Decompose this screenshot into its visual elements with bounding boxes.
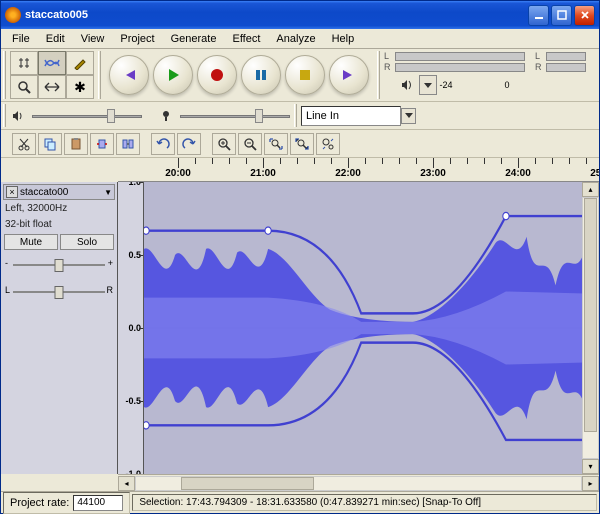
input-meter[interactable]: L xyxy=(535,51,586,61)
input-volume-slider[interactable] xyxy=(180,109,290,123)
pan-slider[interactable]: L R xyxy=(7,284,111,300)
waveform-area[interactable]: 1.00.50.0-0.5-1.0 xyxy=(118,182,599,474)
fit-project-button[interactable] xyxy=(290,133,314,155)
selection-tool[interactable] xyxy=(10,51,38,75)
menu-file[interactable]: File xyxy=(5,31,37,47)
zoom-in-button[interactable] xyxy=(212,133,236,155)
menu-edit[interactable]: Edit xyxy=(39,31,72,47)
zoom-tool[interactable] xyxy=(10,75,38,99)
multi-tool[interactable]: ✱ xyxy=(66,75,94,99)
envelope-tool[interactable] xyxy=(38,51,66,75)
track-header[interactable]: × staccato00 ▼ xyxy=(3,184,115,200)
cut-button[interactable] xyxy=(12,133,36,155)
pause-button[interactable] xyxy=(241,55,281,95)
timeline-ruler[interactable]: 20:0021:0022:0023:0024:0025:00 xyxy=(118,158,599,182)
speaker-icon xyxy=(399,78,415,92)
redo-button[interactable] xyxy=(177,133,201,155)
app-window: staccato005 File Edit View Project Gener… xyxy=(0,0,600,514)
menu-help[interactable]: Help xyxy=(325,31,362,47)
track-format-label: Left, 32000Hz xyxy=(3,201,115,216)
menu-generate[interactable]: Generate xyxy=(164,31,224,47)
paste-button[interactable] xyxy=(64,133,88,155)
horizontal-scrollbar[interactable]: ◂ ▸ xyxy=(118,474,599,491)
input-volume-icon xyxy=(158,109,174,123)
zoom-toggle-button[interactable] xyxy=(316,133,340,155)
project-rate-cell: Project rate: 44100 xyxy=(3,492,130,514)
copy-button[interactable] xyxy=(38,133,62,155)
timeshift-tool[interactable] xyxy=(38,75,66,99)
amplitude-scale: 1.00.50.0-0.5-1.0 xyxy=(118,182,144,474)
maximize-button[interactable] xyxy=(551,5,572,26)
track-bitdepth-label: 32-bit float xyxy=(3,217,115,232)
input-meter-r[interactable]: R xyxy=(535,62,586,72)
transport-controls xyxy=(103,49,375,101)
track-control-panel: × staccato00 ▼ Left, 32000Hz 32-bit floa… xyxy=(1,182,118,474)
project-rate-input[interactable]: 44100 xyxy=(73,495,123,511)
play-button[interactable] xyxy=(153,55,193,95)
menu-analyze[interactable]: Analyze xyxy=(269,31,322,47)
track-menu-arrow[interactable]: ▼ xyxy=(104,188,112,197)
stop-button[interactable] xyxy=(285,55,325,95)
menu-project[interactable]: Project xyxy=(113,31,161,47)
selection-status: Selection: 17:43.794309 - 18:31.633580 (… xyxy=(132,494,597,511)
minimize-button[interactable] xyxy=(528,5,549,26)
menu-view[interactable]: View xyxy=(74,31,112,47)
trim-button[interactable] xyxy=(90,133,114,155)
output-volume-icon xyxy=(10,109,26,123)
tools-palette: ✱ xyxy=(10,51,94,99)
fit-selection-button[interactable] xyxy=(264,133,288,155)
scroll-down-button[interactable]: ▾ xyxy=(582,459,599,474)
output-meter-r[interactable]: R xyxy=(384,62,525,72)
tracks-area: × staccato00 ▼ Left, 32000Hz 32-bit floa… xyxy=(1,182,599,474)
silence-button[interactable] xyxy=(116,133,140,155)
skip-end-button[interactable] xyxy=(329,55,369,95)
gain-slider[interactable]: - + xyxy=(7,257,111,273)
scroll-up-button[interactable]: ▴ xyxy=(582,182,599,197)
record-button[interactable] xyxy=(197,55,237,95)
menu-effect[interactable]: Effect xyxy=(225,31,267,47)
close-button[interactable] xyxy=(574,5,595,26)
input-source-select[interactable]: Line In xyxy=(301,106,401,126)
output-volume-slider[interactable] xyxy=(32,109,142,123)
undo-button[interactable] xyxy=(151,133,175,155)
solo-button[interactable]: Solo xyxy=(60,234,114,250)
menubar: File Edit View Project Generate Effect A… xyxy=(1,29,599,49)
mute-button[interactable]: Mute xyxy=(4,234,58,250)
track-close-button[interactable]: × xyxy=(6,186,18,198)
window-title: staccato005 xyxy=(25,9,528,21)
output-meter-menu[interactable] xyxy=(419,75,437,95)
scroll-left-button[interactable]: ◂ xyxy=(118,476,135,491)
draw-tool[interactable] xyxy=(66,51,94,75)
zoom-out-button[interactable] xyxy=(238,133,262,155)
scroll-right-button[interactable]: ▸ xyxy=(582,476,599,491)
statusbar: Project rate: 44100 Selection: 17:43.794… xyxy=(1,491,599,513)
skip-start-button[interactable] xyxy=(109,55,149,95)
toolbars: ✱ L R xyxy=(1,49,599,158)
input-source-dropdown-button[interactable] xyxy=(401,108,416,124)
app-icon xyxy=(5,7,21,23)
titlebar[interactable]: staccato005 xyxy=(1,1,599,29)
vertical-scrollbar[interactable]: ▴ ▾ xyxy=(582,182,599,474)
waveform-canvas[interactable] xyxy=(144,182,599,474)
output-meter[interactable]: L xyxy=(384,51,525,61)
